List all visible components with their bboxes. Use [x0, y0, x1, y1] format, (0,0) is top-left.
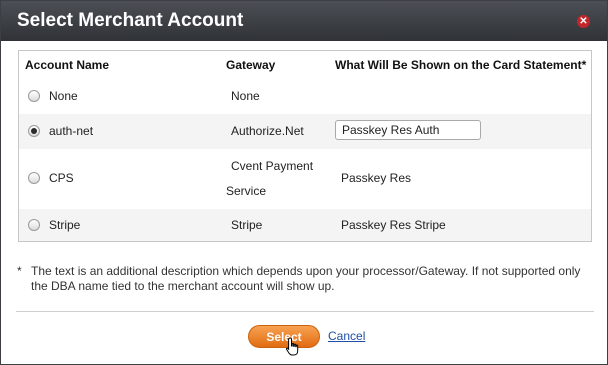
gateway-name: Authorize.Net [231, 124, 304, 138]
radio-none[interactable] [28, 90, 40, 102]
header-account-name: Account Name [25, 58, 110, 72]
dialog-title: Select Merchant Account [17, 10, 244, 31]
radio-stripe[interactable] [28, 219, 40, 231]
close-icon[interactable]: ✕ [577, 15, 590, 28]
account-name: auth-net [49, 124, 94, 138]
hand-pointer-icon [285, 337, 299, 356]
gateway-name: None [231, 89, 260, 103]
select-merchant-dialog: Select Merchant Account ✕ Account Name G… [0, 0, 608, 365]
merchant-table: Account Name Gateway What Will Be Shown … [18, 50, 592, 242]
radio-selected-dot [31, 128, 37, 134]
select-button[interactable]: Select [248, 325, 320, 348]
dialog-titlebar: Select Merchant Account ✕ [1, 1, 607, 41]
footnote: * The text is an additional description … [17, 264, 595, 293]
account-name: None [49, 89, 78, 103]
account-name: Stripe [49, 218, 81, 232]
table-row[interactable]: Stripe Stripe Passkey Res Stripe [19, 209, 591, 241]
statement-input[interactable] [335, 120, 481, 140]
table-row[interactable]: auth-net Authorize.Net [19, 114, 591, 149]
gateway-name-line1: Cvent Payment [231, 159, 314, 173]
header-gateway: Gateway [226, 58, 276, 72]
divider [16, 311, 594, 312]
gateway-name: Stripe [231, 218, 263, 232]
table-row[interactable]: None None [19, 79, 591, 114]
radio-cps[interactable] [28, 172, 40, 184]
statement-text: Passkey Res Stripe [341, 218, 446, 232]
cancel-link[interactable]: Cancel [328, 329, 365, 343]
footnote-asterisk: * [17, 264, 22, 278]
table-row[interactable]: CPS Cvent Payment Service Passkey Res [19, 149, 591, 209]
statement-text: Passkey Res [341, 171, 412, 185]
account-name: CPS [49, 171, 74, 185]
radio-auth-net[interactable] [28, 125, 40, 137]
gateway-name-line2: Service [226, 184, 267, 198]
header-statement: What Will Be Shown on the Card Statement… [335, 58, 587, 72]
footnote-text: The text is an additional description wh… [31, 264, 581, 293]
